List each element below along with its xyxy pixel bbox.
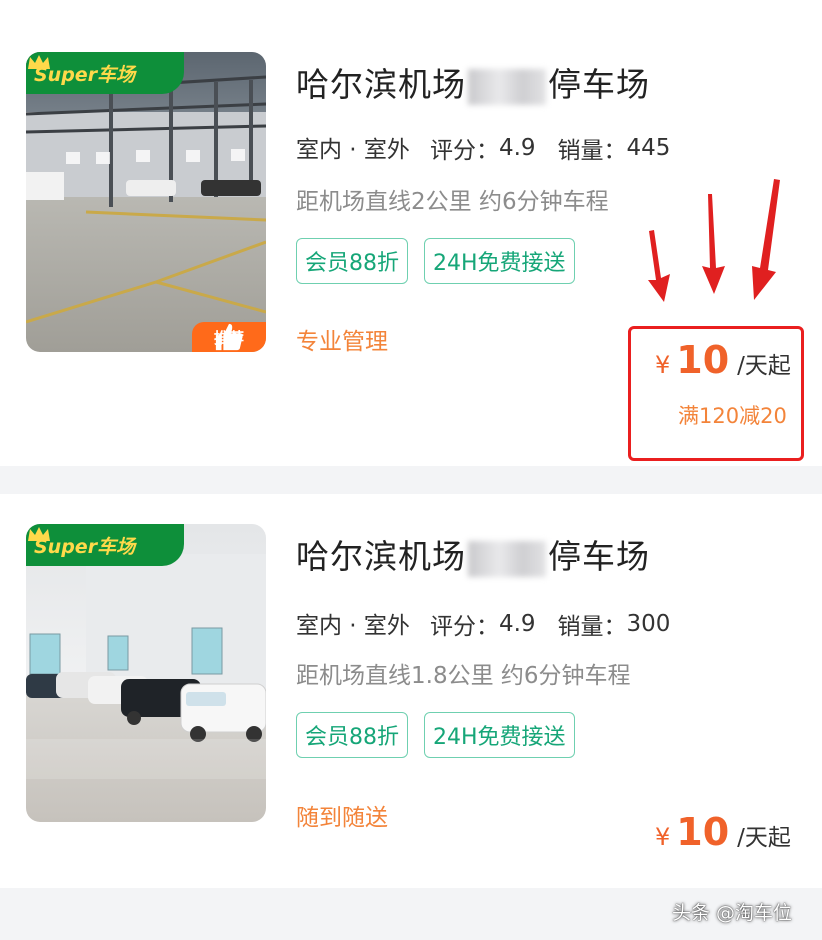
redacted-name bbox=[468, 540, 546, 577]
tag-member-discount: 会员88折 bbox=[296, 238, 408, 284]
parking-meta: 室内 · 室外 评分： 4.9 销量： 445 bbox=[296, 130, 671, 168]
parking-type: 室内 · 室外 bbox=[296, 130, 410, 168]
rating-label: 评分： bbox=[429, 614, 499, 640]
tag-list: 会员88折 24H免费接送 bbox=[296, 238, 575, 284]
tag-member-discount: 会员88折 bbox=[296, 712, 408, 758]
red-arrow-icon bbox=[702, 194, 725, 294]
service-note: 专业管理 bbox=[296, 329, 388, 355]
red-arrow-icon bbox=[752, 179, 780, 300]
crown-icon bbox=[28, 55, 50, 69]
sales-label: 销量： bbox=[557, 138, 627, 164]
tag-list: 会员88折 24H免费接送 bbox=[296, 712, 575, 758]
recommend-badge: 推荐 bbox=[192, 322, 266, 352]
warehouse-photo bbox=[26, 52, 266, 352]
super-parking-badge: Super车场 bbox=[26, 52, 184, 94]
price-unit: /天起 bbox=[737, 353, 791, 379]
sales-value: 445 bbox=[626, 135, 671, 161]
parking-photo[interactable]: Super车场 bbox=[26, 524, 266, 822]
parking-title[interactable]: 哈尔滨机场 停车场 bbox=[296, 58, 650, 106]
indoor-garage-photo bbox=[26, 524, 266, 822]
red-arrow-icon bbox=[648, 230, 670, 302]
currency-symbol: ¥ bbox=[655, 351, 671, 379]
price: ¥ 10 /天起 bbox=[655, 338, 791, 382]
rating-label: 评分： bbox=[429, 138, 499, 164]
redacted-name bbox=[468, 68, 546, 105]
tag-free-shuttle: 24H免费接送 bbox=[424, 712, 575, 758]
price-unit: /天起 bbox=[737, 825, 791, 851]
sales-label: 销量： bbox=[557, 614, 627, 640]
title-prefix: 哈尔滨机场 bbox=[296, 537, 466, 576]
parking-photo[interactable]: Super车场 推荐 bbox=[26, 52, 266, 352]
price-value: 10 bbox=[676, 810, 730, 854]
price-value: 10 bbox=[676, 338, 730, 382]
rating-value: 4.9 bbox=[498, 611, 536, 637]
sales-value: 300 bbox=[626, 611, 671, 637]
distance-text: 距机场直线1.8公里 约6分钟车程 bbox=[296, 663, 631, 689]
parking-meta: 室内 · 室外 评分： 4.9 销量： 300 bbox=[296, 606, 671, 644]
currency-symbol: ¥ bbox=[655, 823, 671, 851]
distance-text: 距机场直线2公里 约6分钟车程 bbox=[296, 189, 609, 215]
title-suffix: 停车场 bbox=[548, 537, 650, 576]
thumbs-up-icon bbox=[215, 323, 243, 351]
parking-title[interactable]: 哈尔滨机场 停车场 bbox=[296, 530, 650, 578]
crown-icon bbox=[28, 527, 50, 541]
service-note: 随到随送 bbox=[296, 805, 388, 831]
super-parking-badge: Super车场 bbox=[26, 524, 184, 566]
tag-free-shuttle: 24H免费接送 bbox=[424, 238, 575, 284]
price: ¥ 10 /天起 bbox=[655, 810, 791, 854]
watermark: 头条 @淘车位 bbox=[672, 902, 793, 924]
title-prefix: 哈尔滨机场 bbox=[296, 65, 466, 104]
title-suffix: 停车场 bbox=[548, 65, 650, 104]
parking-type: 室内 · 室外 bbox=[296, 606, 410, 644]
parking-listing-card[interactable]: Super车场 推荐 哈尔滨机场 停车场 室内 · 室外 评分： 4.9 销量： … bbox=[0, 0, 822, 466]
discount-text: 满120减20 bbox=[678, 404, 787, 428]
parking-listing-card[interactable]: Super车场 哈尔滨机场 停车场 室内 · 室外 评分： 4.9 销量： 300… bbox=[0, 494, 822, 888]
rating-value: 4.9 bbox=[498, 135, 536, 161]
